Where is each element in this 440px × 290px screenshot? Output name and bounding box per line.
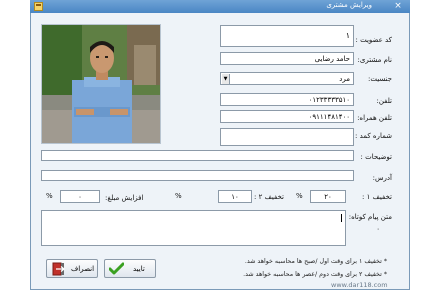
text-cursor — [341, 214, 342, 222]
discount1-field[interactable]: ۲۰ — [310, 190, 346, 203]
checkmark-icon — [109, 262, 124, 275]
mobile-field[interactable]: ۰۹۱۱۱۴۸۱۴۰۰ — [220, 110, 354, 123]
confirm-button[interactable]: تایید — [104, 259, 156, 278]
customer-photo — [41, 24, 161, 144]
cancel-label: انصراف — [71, 265, 95, 273]
phone-label: تلفن: — [376, 97, 393, 105]
gender-value: مرد — [339, 75, 350, 83]
customer-name-label: نام مشتری: — [357, 56, 392, 64]
gender-select[interactable]: مرد ▼ — [220, 72, 354, 85]
increase-percent: % — [46, 192, 53, 200]
chevron-down-icon[interactable]: ▼ — [222, 74, 230, 84]
phone-field[interactable]: ۰۱۲۳۳۳۳۳۵۱۰ — [220, 93, 354, 106]
description-label: توضیحات : — [360, 153, 392, 161]
discount2-label: تخفیف ۲ : — [254, 193, 284, 201]
sms-label: متن پیام کوتاه: — [348, 213, 392, 221]
discount1-percent: % — [296, 192, 303, 200]
discount2-field[interactable]: ۱۰ — [218, 190, 252, 203]
increase-label: افزایش مبلغ: — [105, 194, 144, 202]
description-field[interactable] — [41, 150, 354, 161]
close-button[interactable]: × — [392, 0, 404, 12]
portrait-image — [42, 25, 160, 143]
gender-label: جنسیت: — [367, 75, 392, 83]
customer-name-field[interactable]: حامد رضایی — [220, 52, 354, 65]
sms-textarea[interactable] — [41, 210, 346, 246]
address-label: آدرس: — [372, 174, 392, 182]
sms-value: ۰ — [376, 225, 380, 233]
note-discount2: * تخفیف ۲ برای وقت دوم /عصر ها محاسبه خو… — [243, 271, 387, 278]
confirm-label: تایید — [133, 265, 145, 273]
member-code-field[interactable]: ۱ — [220, 25, 354, 47]
discount1-label: تخفیف ۱ : — [362, 193, 392, 201]
card-number-field[interactable] — [220, 128, 354, 146]
increase-field[interactable]: ۰ — [60, 190, 100, 203]
cancel-button[interactable]: انصراف — [46, 259, 98, 278]
window-title: ویرایش مشتری — [326, 1, 372, 9]
note-discount1: * تخفیف ۱ برای وقت اول /صبح ها محاسبه خو… — [244, 258, 387, 265]
discount2-percent: % — [175, 192, 182, 200]
mobile-label: تلفن همراه: — [357, 114, 392, 122]
card-number-label: شماره کمد : — [355, 132, 392, 140]
exit-door-icon — [52, 262, 65, 276]
member-code-label: کد عضویت : — [355, 36, 392, 44]
app-icon — [34, 2, 43, 11]
title-bar[interactable]: ویرایش مشتری × — [30, 0, 410, 13]
watermark-text: www.dar118.com — [331, 281, 388, 289]
address-field[interactable] — [41, 170, 354, 181]
